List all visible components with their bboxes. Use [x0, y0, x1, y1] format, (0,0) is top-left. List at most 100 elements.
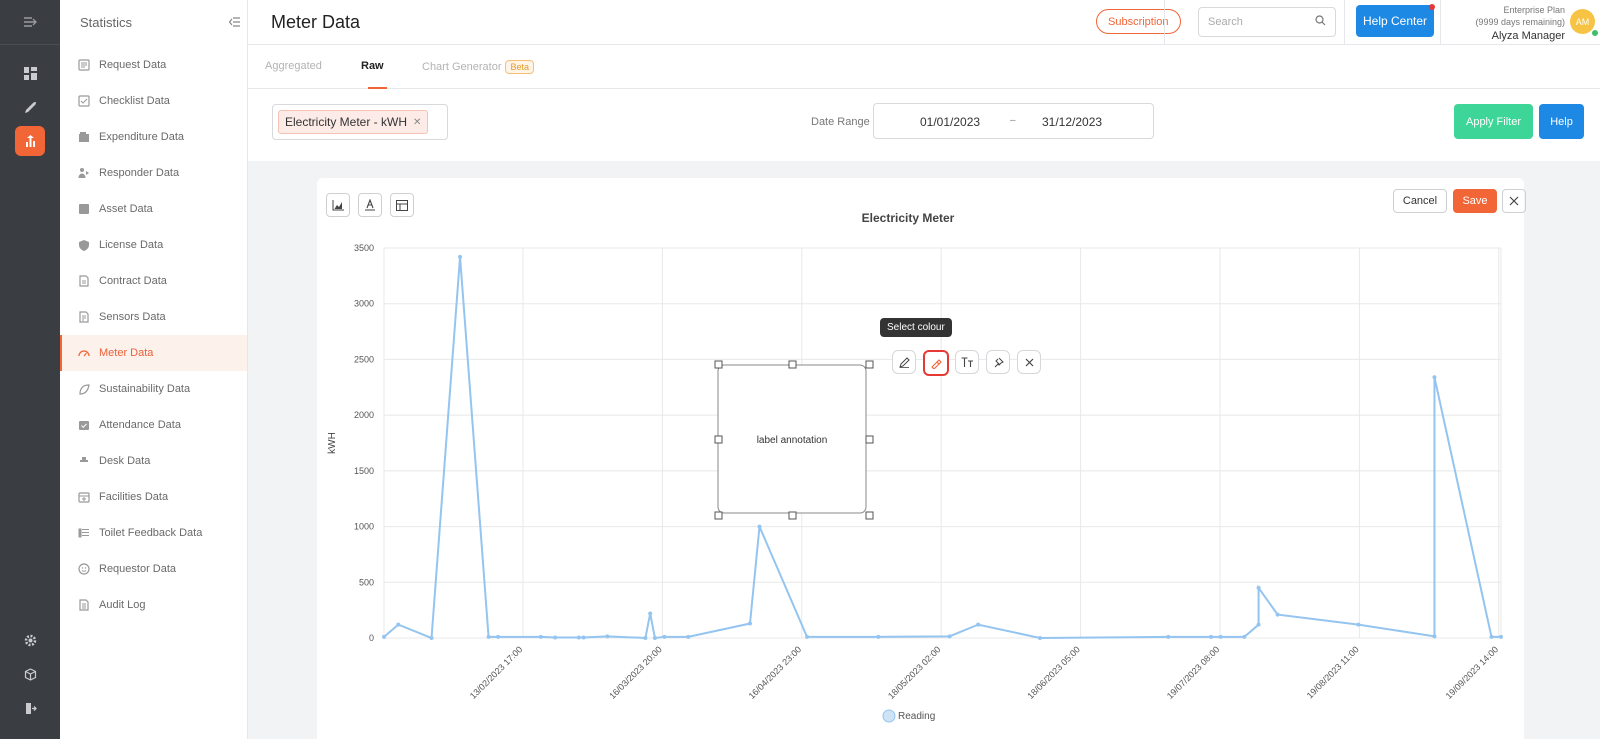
- remove-chip-icon[interactable]: ✕: [413, 117, 421, 128]
- sidebar-item-license[interactable]: License Data: [60, 227, 247, 263]
- resize-handle[interactable]: [714, 435, 723, 444]
- requestor-data-icon: [78, 563, 90, 575]
- sidebar-item-facilities[interactable]: Facilities Data: [60, 479, 247, 515]
- rocket-icon[interactable]: [15, 92, 45, 122]
- sidebar-item-label: Request Data: [99, 59, 167, 71]
- date-separator: –: [1010, 115, 1016, 126]
- data-point: [538, 634, 543, 639]
- user-name[interactable]: Alyza Manager: [1444, 30, 1565, 42]
- data-point: [1275, 612, 1280, 617]
- statistics-icon[interactable]: [15, 126, 45, 156]
- plan-info: Enterprise Plan (9999 days remaining) Al…: [1444, 4, 1565, 42]
- chart-title: Electricity Meter: [862, 211, 955, 225]
- contract-data-icon: [78, 275, 90, 287]
- data-point: [1218, 634, 1223, 639]
- resize-handle[interactable]: [865, 511, 874, 520]
- save-button[interactable]: Save: [1453, 189, 1497, 213]
- help-center-button[interactable]: Help Center: [1356, 4, 1435, 37]
- sidebar-item-attendance[interactable]: Attendance Data: [60, 407, 247, 443]
- sidebar-item-asset[interactable]: Asset Data: [60, 191, 247, 227]
- sidebar-item-meter[interactable]: Meter Data: [60, 335, 247, 371]
- sustainability-data-icon: [78, 383, 90, 395]
- sidebar-item-toilet-feedback[interactable]: Toilet Feedback Data: [60, 515, 247, 551]
- date-to[interactable]: 31/12/2023: [1042, 115, 1102, 129]
- table-view-button[interactable]: [390, 193, 414, 217]
- online-status-dot: [1591, 29, 1599, 37]
- resize-handle[interactable]: [714, 511, 723, 520]
- data-point: [1356, 622, 1361, 627]
- sidebar-item-sensors[interactable]: Sensors Data: [60, 299, 247, 335]
- sidebar-item-label: Requestor Data: [99, 563, 177, 575]
- gear-icon[interactable]: [15, 625, 45, 655]
- subscription-button[interactable]: Subscription: [1096, 9, 1181, 34]
- sidebar-item-sustainability[interactable]: Sustainability Data: [60, 371, 247, 407]
- resize-handle[interactable]: [865, 435, 874, 444]
- data-point: [1432, 634, 1437, 639]
- meter-select[interactable]: Electricity Meter - kWH ✕: [272, 104, 448, 140]
- tab-aggregated[interactable]: Aggregated: [265, 60, 322, 72]
- colour-picker-icon[interactable]: [923, 350, 949, 376]
- legend-swatch: [882, 709, 896, 723]
- sidebar-item-checklist[interactable]: Checklist Data: [60, 83, 247, 119]
- y-tick-label: 2000: [354, 410, 374, 420]
- data-point: [496, 634, 501, 639]
- y-tick-label: 3000: [354, 299, 374, 309]
- statistics-sidebar: Statistics Request Data Checklist Data Exp…: [60, 0, 248, 739]
- avatar[interactable]: AM: [1570, 9, 1599, 37]
- sidebar-item-expenditure[interactable]: Expenditure Data: [60, 119, 247, 155]
- resize-handle[interactable]: [788, 360, 797, 369]
- delete-annotation-icon[interactable]: [1017, 350, 1041, 374]
- resize-handle[interactable]: [788, 511, 797, 520]
- help-button[interactable]: Help: [1539, 104, 1584, 139]
- collapse-sidebar-icon[interactable]: [228, 15, 241, 30]
- data-point: [581, 635, 586, 640]
- sidebar-item-responder[interactable]: Responder Data: [60, 155, 247, 191]
- select-colour-tooltip: Select colour: [880, 318, 952, 337]
- license-data-icon: [78, 239, 90, 251]
- package-icon[interactable]: [15, 659, 45, 689]
- logout-icon[interactable]: [15, 693, 45, 723]
- sidebar-item-audit-log[interactable]: Audit Log: [60, 587, 247, 623]
- date-from[interactable]: 01/01/2023: [920, 115, 980, 129]
- search-input[interactable]: Search: [1198, 7, 1336, 37]
- sidebar-item-label: Toilet Feedback Data: [99, 527, 203, 539]
- search-icon: [1315, 15, 1326, 29]
- text-size-icon[interactable]: [955, 350, 979, 374]
- y-tick-label: 3500: [354, 243, 374, 253]
- desk-data-icon: [78, 455, 90, 467]
- attendance-data-icon: [78, 419, 90, 431]
- sensors-data-icon: [78, 311, 90, 323]
- tab-chart-generator[interactable]: Chart Generator Beta: [422, 60, 534, 74]
- close-icon[interactable]: [1502, 189, 1526, 213]
- sidebar-item-label: Responder Data: [99, 167, 180, 179]
- data-point: [643, 636, 648, 640]
- sidebar-item-requestor[interactable]: Requestor Data: [60, 551, 247, 587]
- request-data-icon: [78, 59, 90, 71]
- data-point: [1166, 634, 1171, 639]
- pin-icon[interactable]: [986, 350, 1010, 374]
- dashboard-icon[interactable]: [15, 58, 45, 88]
- menu-toggle-icon[interactable]: [15, 7, 45, 37]
- tab-raw[interactable]: Raw: [361, 60, 384, 72]
- chart-type-button[interactable]: [326, 193, 350, 217]
- apply-filter-button[interactable]: Apply Filter: [1454, 104, 1533, 139]
- edit-annotation-icon[interactable]: [892, 350, 916, 374]
- data-point: [686, 634, 691, 639]
- cancel-button[interactable]: Cancel: [1393, 189, 1447, 213]
- y-tick-label: 1500: [354, 466, 374, 476]
- data-point: [396, 622, 401, 627]
- text-style-button[interactable]: [358, 193, 382, 217]
- date-range-picker[interactable]: 01/01/2023 – 31/12/2023: [873, 103, 1154, 139]
- filter-bar: Electricity Meter - kWH ✕ Date Range 01/…: [248, 89, 1600, 161]
- data-point: [805, 634, 810, 639]
- resize-handle[interactable]: [714, 360, 723, 369]
- data-point: [652, 636, 657, 640]
- sidebar-item-contract[interactable]: Contract Data: [60, 263, 247, 299]
- sidebar-item-label: Attendance Data: [99, 419, 181, 431]
- help-center-label: Help Center: [1362, 14, 1428, 28]
- sidebar-item-label: License Data: [99, 239, 164, 251]
- sidebar-item-request[interactable]: Request Data: [60, 47, 247, 83]
- view-tabs: Aggregated Raw Chart Generator Beta: [248, 45, 1600, 89]
- sidebar-item-desk[interactable]: Desk Data: [60, 443, 247, 479]
- resize-handle[interactable]: [865, 360, 874, 369]
